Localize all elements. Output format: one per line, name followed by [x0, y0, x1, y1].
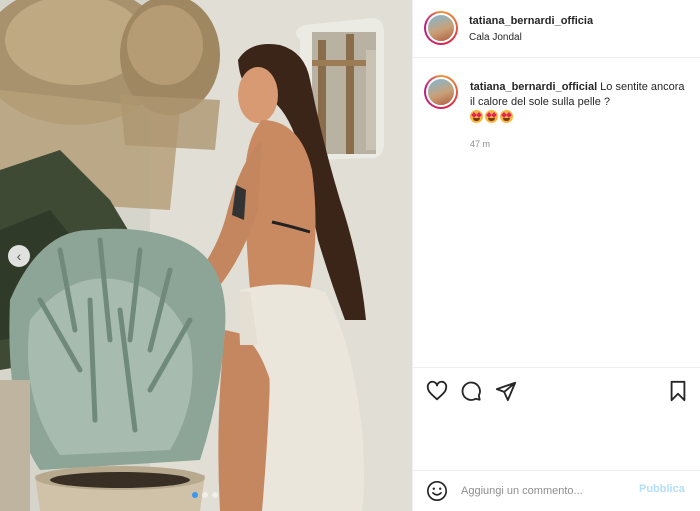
save-button[interactable]	[667, 380, 689, 402]
comment-input[interactable]	[461, 481, 631, 501]
share-icon	[495, 381, 517, 402]
comment-icon	[461, 381, 481, 401]
chevron-left-icon: ‹	[16, 248, 22, 264]
caption-avatar[interactable]	[424, 75, 458, 109]
comment-button[interactable]	[460, 380, 482, 402]
publish-button[interactable]: Pubblica	[639, 483, 685, 495]
smile-icon	[427, 481, 447, 501]
comment-bar: Pubblica	[413, 470, 700, 511]
avatar[interactable]	[424, 11, 458, 45]
post-header: tatiana_bernardi_official Cala Jondal	[413, 0, 700, 58]
photo-illustration	[0, 0, 412, 511]
heart-icon	[426, 380, 448, 401]
caption-text-block: tatiana_bernardi_official Lo sentite anco…	[470, 80, 690, 110]
share-button[interactable]	[495, 380, 517, 402]
post-actions	[413, 367, 700, 412]
carousel-dot	[202, 492, 208, 498]
star-struck-emoji	[470, 110, 483, 123]
bookmark-icon	[670, 380, 686, 402]
star-struck-emoji	[500, 110, 513, 123]
post-location[interactable]: Cala Jondal	[469, 32, 522, 43]
post-photo[interactable]: ‹	[0, 0, 412, 511]
carousel-prev-button[interactable]: ‹	[8, 245, 30, 267]
post-side-panel: tatiana_bernardi_official Cala Jondal ta…	[412, 0, 700, 511]
carousel-dot	[192, 492, 198, 498]
like-button[interactable]	[426, 380, 448, 402]
header-username[interactable]: tatiana_bernardi_official	[469, 15, 593, 27]
caption-timestamp[interactable]: 47 m	[470, 139, 490, 149]
star-struck-emoji	[485, 110, 498, 123]
caption-username[interactable]: tatiana_bernardi_official	[470, 81, 597, 93]
caption-emojis	[470, 110, 513, 123]
carousel-dot	[212, 492, 218, 498]
emoji-picker-button[interactable]	[426, 480, 448, 502]
carousel-indicator	[192, 492, 218, 498]
